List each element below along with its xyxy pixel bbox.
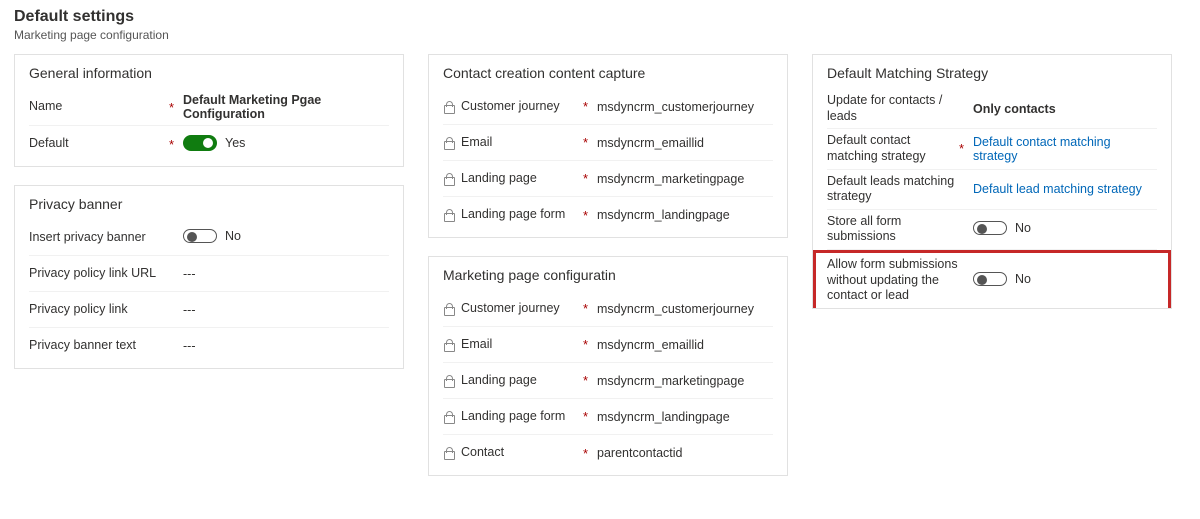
update-for-value[interactable]: Only contacts <box>967 102 1157 116</box>
default-label: Default <box>29 136 169 152</box>
cj-label: Customer journey <box>461 99 560 115</box>
required-indicator: * <box>959 141 967 156</box>
privacy-link-value[interactable]: --- <box>177 303 389 317</box>
required-indicator: * <box>583 135 591 150</box>
privacy-banner-card: Privacy banner Insert privacy banner No … <box>14 185 404 369</box>
required-indicator: * <box>583 409 591 424</box>
card-title-mpc: Marketing page configuratin <box>443 267 773 283</box>
insert-banner-label: Insert privacy banner <box>29 230 169 246</box>
required-indicator: * <box>583 171 591 186</box>
lock-icon <box>443 374 455 388</box>
store-all-toggle[interactable]: No <box>973 221 1031 235</box>
lock-icon <box>443 302 455 316</box>
cj-value: msdyncrm_customerjourney <box>591 302 773 316</box>
email-label: Email <box>461 135 492 151</box>
required-indicator: * <box>169 137 177 152</box>
matching-strategy-card: Default Matching Strategy Update for con… <box>812 54 1172 309</box>
privacy-text-label: Privacy banner text <box>29 338 169 354</box>
required-indicator: * <box>583 446 591 461</box>
name-value[interactable]: Default Marketing Pgae Configuration <box>177 93 389 121</box>
lock-icon <box>443 172 455 186</box>
allow-submissions-toggle[interactable]: No <box>973 272 1031 286</box>
required-indicator: * <box>583 373 591 388</box>
privacy-url-label: Privacy policy link URL <box>29 266 169 282</box>
required-indicator: * <box>583 99 591 114</box>
name-label: Name <box>29 99 169 115</box>
contact-strategy-label: Default contact matching strategy <box>827 133 959 164</box>
store-all-label: Store all form submissions <box>827 214 959 245</box>
lpf-label: Landing page form <box>461 207 565 223</box>
cj-label: Customer journey <box>461 301 560 317</box>
card-title-general: General information <box>29 65 389 81</box>
email-label: Email <box>461 337 492 353</box>
contact-strategy-link[interactable]: Default contact matching strategy <box>967 135 1157 163</box>
contact-value: parentcontactid <box>591 446 773 460</box>
page-title: Default settings <box>14 8 1186 26</box>
page-subtitle: Marketing page configuration <box>14 28 1186 42</box>
required-indicator: * <box>583 208 591 223</box>
lock-icon <box>443 410 455 424</box>
lpf-value: msdyncrm_landingpage <box>591 208 773 222</box>
lpf-label: Landing page form <box>461 409 565 425</box>
privacy-text-value[interactable]: --- <box>177 339 389 353</box>
required-indicator: * <box>583 301 591 316</box>
general-information-card: General information Name * Default Marke… <box>14 54 404 167</box>
cj-value: msdyncrm_customerjourney <box>591 100 773 114</box>
marketing-page-config-card: Marketing page configuratin Customer jou… <box>428 256 788 476</box>
card-title-matching: Default Matching Strategy <box>827 65 1157 81</box>
lp-value: msdyncrm_marketingpage <box>591 172 773 186</box>
lock-icon <box>443 338 455 352</box>
required-indicator: * <box>583 337 591 352</box>
allow-submissions-highlight: Allow form submissions without updating … <box>813 250 1171 308</box>
toggle-text: Yes <box>225 136 245 150</box>
insert-banner-toggle[interactable]: No <box>183 229 241 243</box>
lp-label: Landing page <box>461 171 537 187</box>
lock-icon <box>443 136 455 150</box>
update-for-label: Update for contacts / leads <box>827 93 959 124</box>
lock-icon <box>443 100 455 114</box>
contact-capture-card: Contact creation content capture Custome… <box>428 54 788 238</box>
privacy-url-value[interactable]: --- <box>177 267 389 281</box>
allow-submissions-label: Allow form submissions without updating … <box>827 257 959 304</box>
privacy-link-label: Privacy policy link <box>29 302 169 318</box>
required-indicator: * <box>169 100 177 115</box>
lock-icon <box>443 208 455 222</box>
default-toggle[interactable]: Yes <box>183 135 245 151</box>
card-title-capture: Contact creation content capture <box>443 65 773 81</box>
email-value: msdyncrm_emaillid <box>591 136 773 150</box>
lpf-value: msdyncrm_landingpage <box>591 410 773 424</box>
toggle-text: No <box>225 229 241 243</box>
lead-strategy-label: Default leads matching strategy <box>827 174 959 205</box>
lp-label: Landing page <box>461 373 537 389</box>
card-title-privacy: Privacy banner <box>29 196 389 212</box>
lp-value: msdyncrm_marketingpage <box>591 374 773 388</box>
email-value: msdyncrm_emaillid <box>591 338 773 352</box>
contact-label: Contact <box>461 445 504 461</box>
toggle-text: No <box>1015 221 1031 235</box>
lead-strategy-link[interactable]: Default lead matching strategy <box>967 182 1157 196</box>
lock-icon <box>443 446 455 460</box>
toggle-text: No <box>1015 272 1031 286</box>
